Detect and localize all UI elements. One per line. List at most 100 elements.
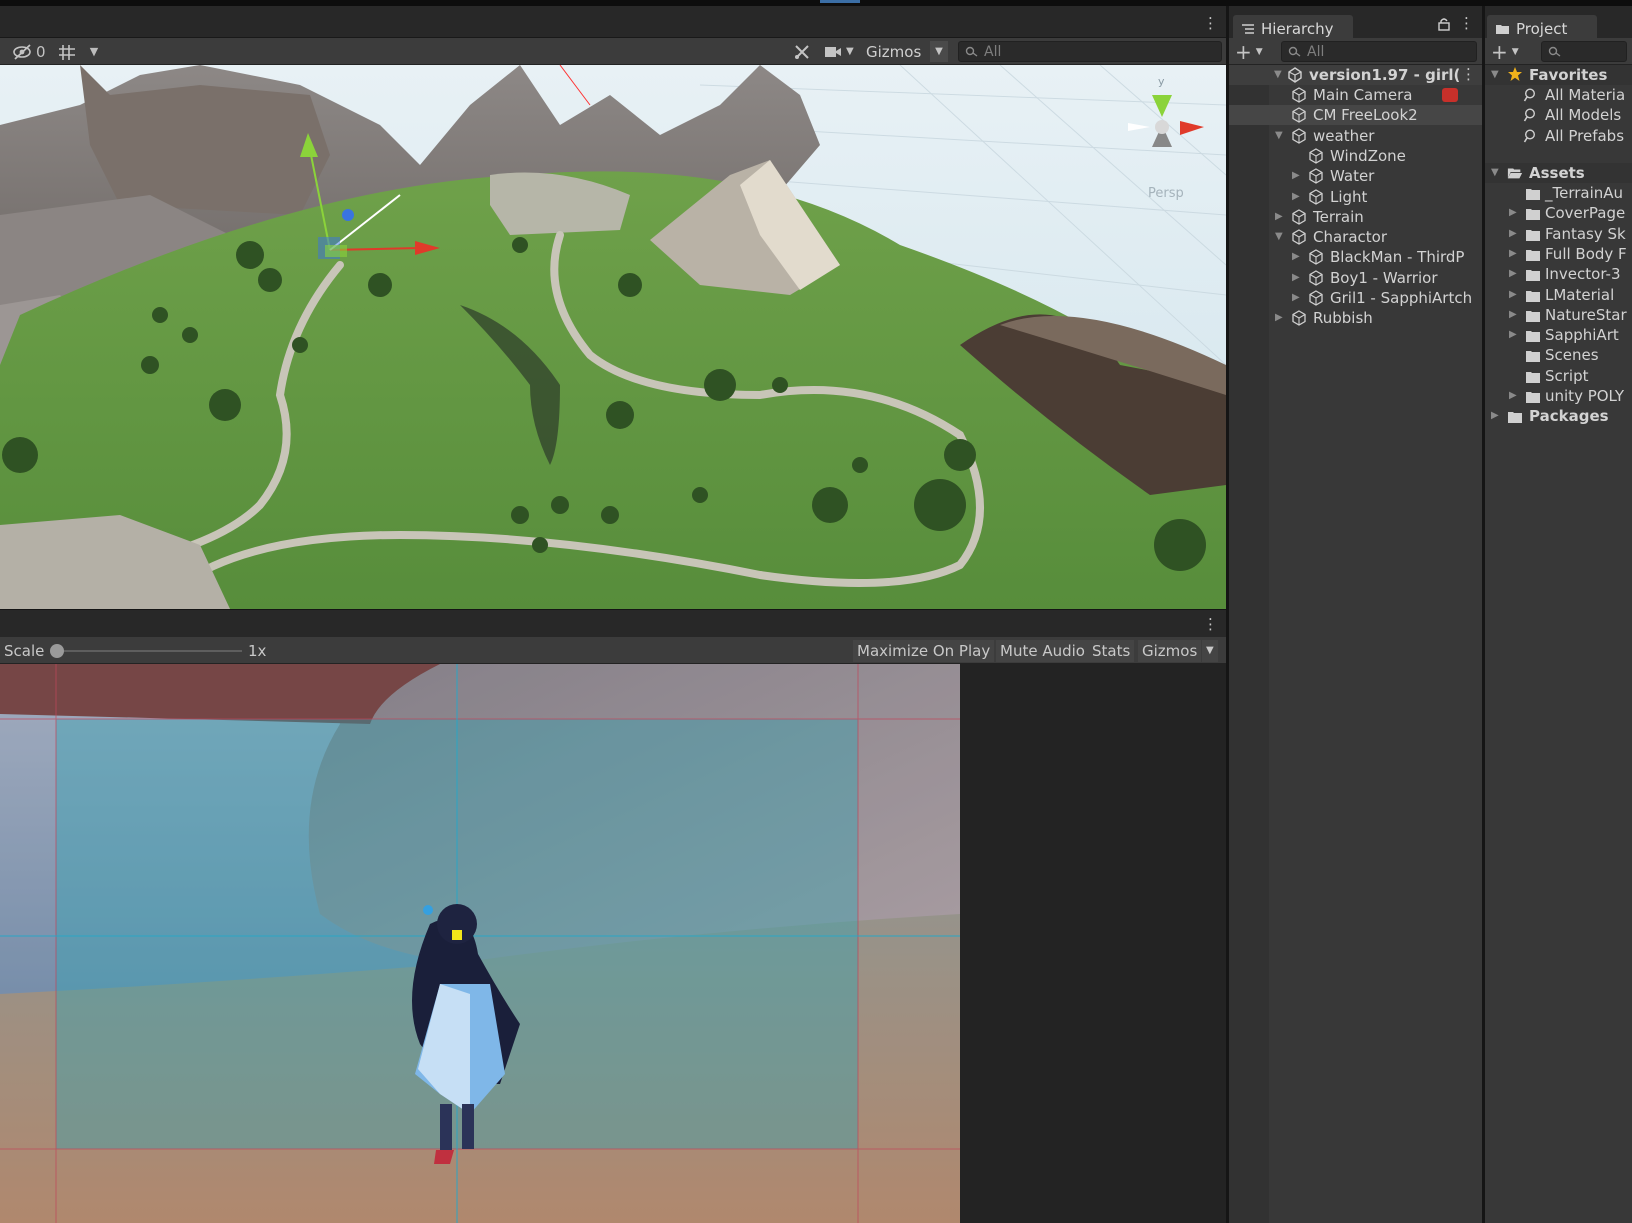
hierarchy-search-input[interactable]: All — [1281, 41, 1477, 62]
collapsed-arrow-icon[interactable]: ▶ — [1509, 203, 1517, 223]
favorite-item[interactable]: All Materia — [1485, 85, 1632, 105]
hierarchy-item[interactable]: ▶ Gril1 - SapphiArtch — [1229, 288, 1482, 308]
collapsed-arrow-icon[interactable]: ▶ — [1509, 325, 1517, 345]
collapsed-arrow-icon[interactable]: ▶ — [1509, 285, 1517, 305]
hierarchy-list-icon — [1242, 23, 1254, 34]
collapsed-arrow-icon[interactable]: ▶ — [1275, 308, 1283, 328]
asset-folder-item[interactable]: ▶ unity POLY — [1485, 386, 1632, 406]
search-icon — [965, 46, 978, 57]
project-create-button[interactable]: + ▼ — [1491, 41, 1519, 62]
lock-icon[interactable] — [1437, 17, 1451, 31]
asset-folder-item[interactable]: ▶ Full Body F — [1485, 244, 1632, 264]
gameobject-cube-icon — [1309, 290, 1323, 306]
collapsed-arrow-icon[interactable]: ▶ — [1509, 386, 1517, 406]
scene-search-input[interactable]: All — [958, 41, 1222, 62]
hierarchy-item[interactable]: ▼ Charactor — [1229, 227, 1482, 247]
asset-folder-item[interactable]: _TerrainAu — [1485, 183, 1632, 203]
hierarchy-item[interactable]: ▶ Terrain — [1229, 207, 1482, 227]
asset-folder-label: SapphiArt — [1545, 326, 1619, 345]
assets-header[interactable]: ▼ Assets — [1485, 163, 1632, 183]
asset-folder-item[interactable]: ▶ LMaterial — [1485, 285, 1632, 305]
gameobject-cube-icon — [1309, 249, 1323, 266]
expand-arrow-icon[interactable]: ▼ — [1275, 126, 1283, 146]
asset-folder-label: _TerrainAu — [1545, 184, 1624, 202]
camera-dropdown[interactable]: ▼ — [824, 41, 860, 62]
visibility-toggle[interactable]: 0 — [12, 41, 50, 62]
star-icon — [1508, 67, 1522, 81]
scene-viewport[interactable]: y Persp — [0, 65, 1226, 609]
hierarchy-item[interactable]: CM FreeLook2 — [1229, 105, 1482, 126]
eye-slash-icon — [13, 43, 31, 60]
hierarchy-item-label: weather — [1313, 126, 1375, 145]
game-more-menu-icon[interactable]: ⋮ — [1203, 617, 1218, 632]
favorite-item[interactable]: All Models — [1485, 105, 1632, 125]
stats-button[interactable]: Stats — [1088, 640, 1135, 662]
collapsed-arrow-icon[interactable]: ▶ — [1292, 268, 1300, 288]
expand-arrow-icon[interactable]: ▼ — [1491, 65, 1499, 85]
hierarchy-create-button[interactable]: + ▼ — [1235, 41, 1263, 62]
scale-slider[interactable] — [50, 643, 242, 659]
scene-gizmos-dropdown[interactable]: ▼ — [930, 41, 948, 62]
scene-more-menu-icon[interactable]: ⋮ — [1461, 67, 1476, 82]
asset-folder-item[interactable]: ▶ Invector-3 — [1485, 264, 1632, 284]
grid-dropdown[interactable]: ▼ — [84, 41, 104, 62]
collapsed-arrow-icon[interactable]: ▶ — [1491, 406, 1499, 426]
scale-slider-track — [56, 650, 242, 652]
collapsed-arrow-icon[interactable]: ▶ — [1509, 244, 1517, 264]
hierarchy-item[interactable]: WindZone — [1229, 146, 1482, 166]
asset-folder-label: Scenes — [1545, 346, 1599, 365]
hierarchy-item-label: WindZone — [1330, 146, 1406, 165]
scene-row[interactable]: ▼ version1.97 - girl(Sa ⋮ — [1229, 65, 1482, 85]
game-gizmos-dropdown[interactable]: ▼ — [1202, 640, 1218, 662]
favorites-header[interactable]: ▼ Favorites — [1485, 65, 1632, 85]
folder-icon — [1526, 290, 1540, 302]
asset-folder-label: unity POLY — [1545, 387, 1625, 405]
hierarchy-item[interactable]: ▶ BlackMan - ThirdP — [1229, 247, 1482, 267]
collapsed-arrow-icon[interactable]: ▶ — [1509, 224, 1517, 244]
project-search-input[interactable] — [1541, 41, 1627, 62]
tools-button[interactable] — [789, 41, 815, 62]
game-gizmos-button[interactable]: Gizmos — [1138, 640, 1202, 662]
hierarchy-item[interactable]: Main Camera — [1229, 85, 1482, 105]
maximize-on-play-button[interactable]: Maximize On Play — [853, 640, 995, 662]
hierarchy-more-menu-icon[interactable]: ⋮ — [1459, 16, 1474, 31]
hierarchy-item[interactable]: ▶ Rubbish — [1229, 308, 1482, 328]
packages-header[interactable]: ▶ Packages — [1485, 406, 1632, 426]
collapsed-arrow-icon[interactable]: ▶ — [1275, 207, 1283, 227]
asset-folder-item[interactable]: Script — [1485, 366, 1632, 386]
expand-arrow-icon[interactable]: ▼ — [1274, 65, 1282, 85]
scene-more-menu-icon[interactable]: ⋮ — [1203, 16, 1218, 31]
unity-scene-icon — [1288, 67, 1302, 83]
asset-folder-item[interactable]: ▶ Fantasy Sk — [1485, 224, 1632, 244]
asset-folder-item[interactable]: ▶ NatureStar — [1485, 305, 1632, 325]
asset-folder-item[interactable]: ▶ CoverPage — [1485, 203, 1632, 223]
collapsed-arrow-icon[interactable]: ▶ — [1509, 264, 1517, 284]
hierarchy-item[interactable]: ▶ Boy1 - Warrior — [1229, 268, 1482, 288]
hierarchy-item-label: Water — [1330, 167, 1375, 186]
grid-snap-button[interactable] — [57, 41, 81, 62]
favorite-item[interactable]: All Prefabs — [1485, 126, 1632, 146]
game-viewport[interactable] — [0, 664, 1226, 1223]
scene-gizmos-button[interactable]: Gizmos — [866, 41, 928, 62]
collapsed-arrow-icon[interactable]: ▶ — [1292, 187, 1300, 207]
chevron-down-icon: ▼ — [1206, 645, 1214, 656]
asset-folder-item[interactable]: Scenes — [1485, 345, 1632, 365]
collapsed-arrow-icon[interactable]: ▶ — [1509, 305, 1517, 325]
asset-folder-item[interactable]: ▶ SapphiArt — [1485, 325, 1632, 345]
open-folder-icon — [1507, 168, 1523, 179]
packages-label: Packages — [1529, 407, 1609, 426]
collapsed-arrow-icon[interactable]: ▶ — [1292, 288, 1300, 308]
mute-audio-button[interactable]: Mute Audio — [996, 640, 1089, 662]
expand-arrow-icon[interactable]: ▼ — [1491, 163, 1499, 183]
plus-icon: + — [1491, 39, 1508, 64]
collapsed-arrow-icon[interactable]: ▶ — [1292, 166, 1300, 186]
search-icon — [1523, 108, 1536, 122]
hierarchy-item[interactable]: ▼ weather — [1229, 126, 1482, 146]
scale-slider-thumb[interactable] — [50, 644, 64, 658]
search-placeholder: All — [1307, 43, 1325, 60]
collapsed-arrow-icon[interactable]: ▶ — [1292, 247, 1300, 267]
expand-arrow-icon[interactable]: ▼ — [1275, 227, 1283, 247]
play-accent — [820, 0, 860, 3]
hierarchy-item[interactable]: ▶ Light — [1229, 187, 1482, 207]
hierarchy-item[interactable]: ▶ Water — [1229, 166, 1482, 186]
